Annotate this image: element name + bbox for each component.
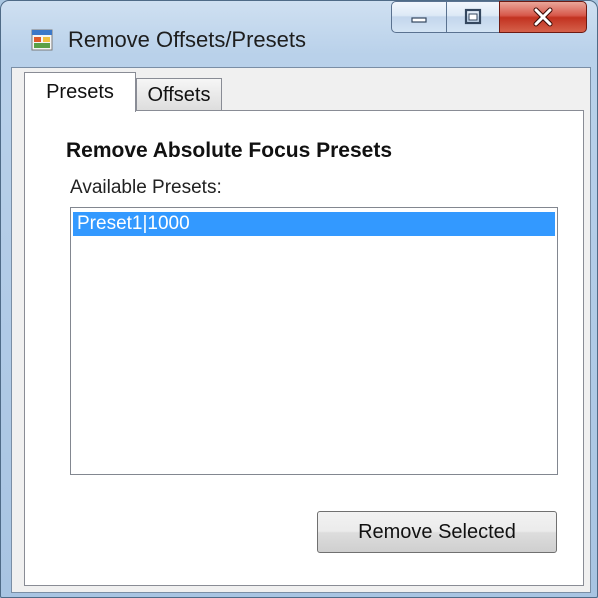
tab-offsets[interactable]: Offsets [136,78,222,112]
window-title: Remove Offsets/Presets [68,27,307,52]
available-presets-label: Available Presets: [70,177,222,198]
maximize-icon [464,8,482,25]
remove-selected-button[interactable]: Remove Selected [317,511,557,553]
section-title: Remove Absolute Focus Presets [66,139,392,162]
presets-listbox[interactable]: Preset1|1000 [70,207,558,475]
close-button[interactable] [499,1,587,33]
minimize-button[interactable] [391,1,447,33]
dialog-window: Remove Offsets/Presets Presets Offsets R… [0,0,598,598]
maximize-button[interactable] [446,1,500,33]
dialog-client-area: Presets Offsets Remove Absolute Focus Pr… [11,67,591,593]
close-icon [533,7,553,27]
presets-tab-panel: Remove Absolute Focus Presets Available … [24,110,584,586]
minimize-icon [411,17,427,23]
list-item[interactable]: Preset1|1000 [73,212,555,236]
title-bar[interactable]: Remove Offsets/Presets [1,1,597,67]
application-icon [31,29,53,51]
tab-presets[interactable]: Presets [24,72,136,112]
